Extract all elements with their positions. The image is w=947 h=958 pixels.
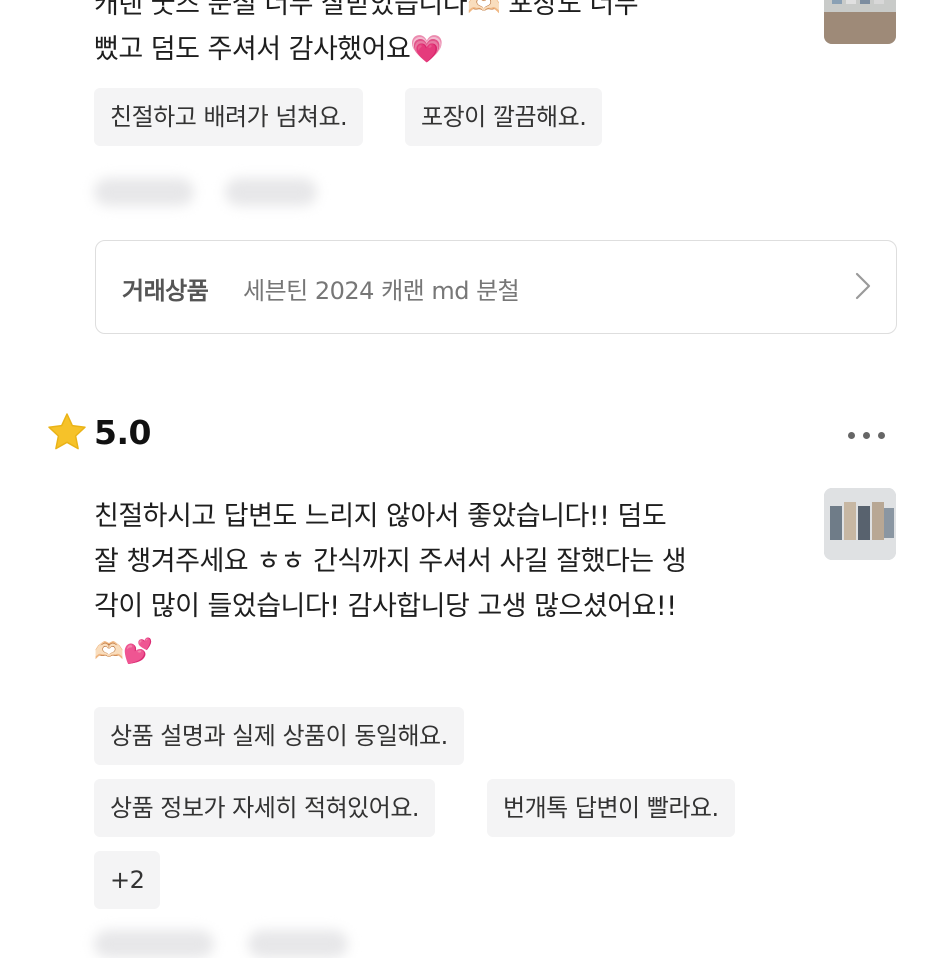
blurred-meta bbox=[248, 930, 348, 958]
traded-product-card[interactable]: 거래상품 세븐틴 2024 캐랜 md 분철 bbox=[95, 240, 897, 334]
product-name: 세븐틴 2024 캐랜 md 분철 bbox=[243, 277, 520, 305]
emoji-line: 🫶🏻💕 bbox=[94, 637, 153, 665]
more-tags-button[interactable]: +2 bbox=[94, 851, 161, 909]
rating-score: 5.0 bbox=[94, 413, 151, 452]
blurred-meta bbox=[94, 178, 194, 206]
blurred-meta bbox=[225, 178, 317, 206]
chevron-right-icon bbox=[854, 271, 872, 305]
review-tag: 포장이 깔끔해요. bbox=[405, 88, 603, 146]
review-line: 캐랜 굿즈 분철 너무 잘받았습니다🫶🏻 포장도 너무 bbox=[94, 0, 639, 20]
review-line: 친절하시고 답변도 느리지 않아서 좋았습니다!! 덤도 bbox=[94, 501, 667, 532]
review-tag: 상품 설명과 실제 상품이 동일해요. bbox=[94, 707, 464, 765]
more-options-button[interactable] bbox=[848, 424, 893, 443]
review-text-1: 캐랜 굿즈 분철 너무 잘받았습니다🫶🏻 포장도 너무 뻤고 덤도 주셔서 감사… bbox=[94, 0, 814, 72]
review-tag: 친절하고 배려가 넘쳐요. bbox=[94, 88, 364, 146]
review-photo-thumbnail[interactable] bbox=[824, 488, 896, 560]
blurred-meta bbox=[94, 930, 214, 958]
review-line: 각이 많이 들었습니다! 감사합니당 고생 많으셨어요!! bbox=[94, 591, 677, 622]
review-text-2: 친절하시고 답변도 느리지 않아서 좋았습니다!! 덤도 잘 챙겨주세요 ㅎㅎ … bbox=[94, 494, 814, 674]
heart-icon: 💗 bbox=[410, 34, 444, 65]
product-label: 거래상품 bbox=[122, 277, 209, 305]
review-tag: 번개톡 답변이 빨라요. bbox=[487, 779, 735, 837]
review-line: 잘 챙겨주세요 ㅎㅎ 간식까지 주셔서 사길 잘했다는 생 bbox=[94, 546, 687, 577]
review-tag: 상품 정보가 자세히 적혀있어요. bbox=[94, 779, 436, 837]
star-icon bbox=[47, 412, 87, 456]
review-line: 뻤고 덤도 주셔서 감사했어요💗 bbox=[94, 34, 444, 65]
review-photo-thumbnail[interactable] bbox=[824, 0, 896, 44]
